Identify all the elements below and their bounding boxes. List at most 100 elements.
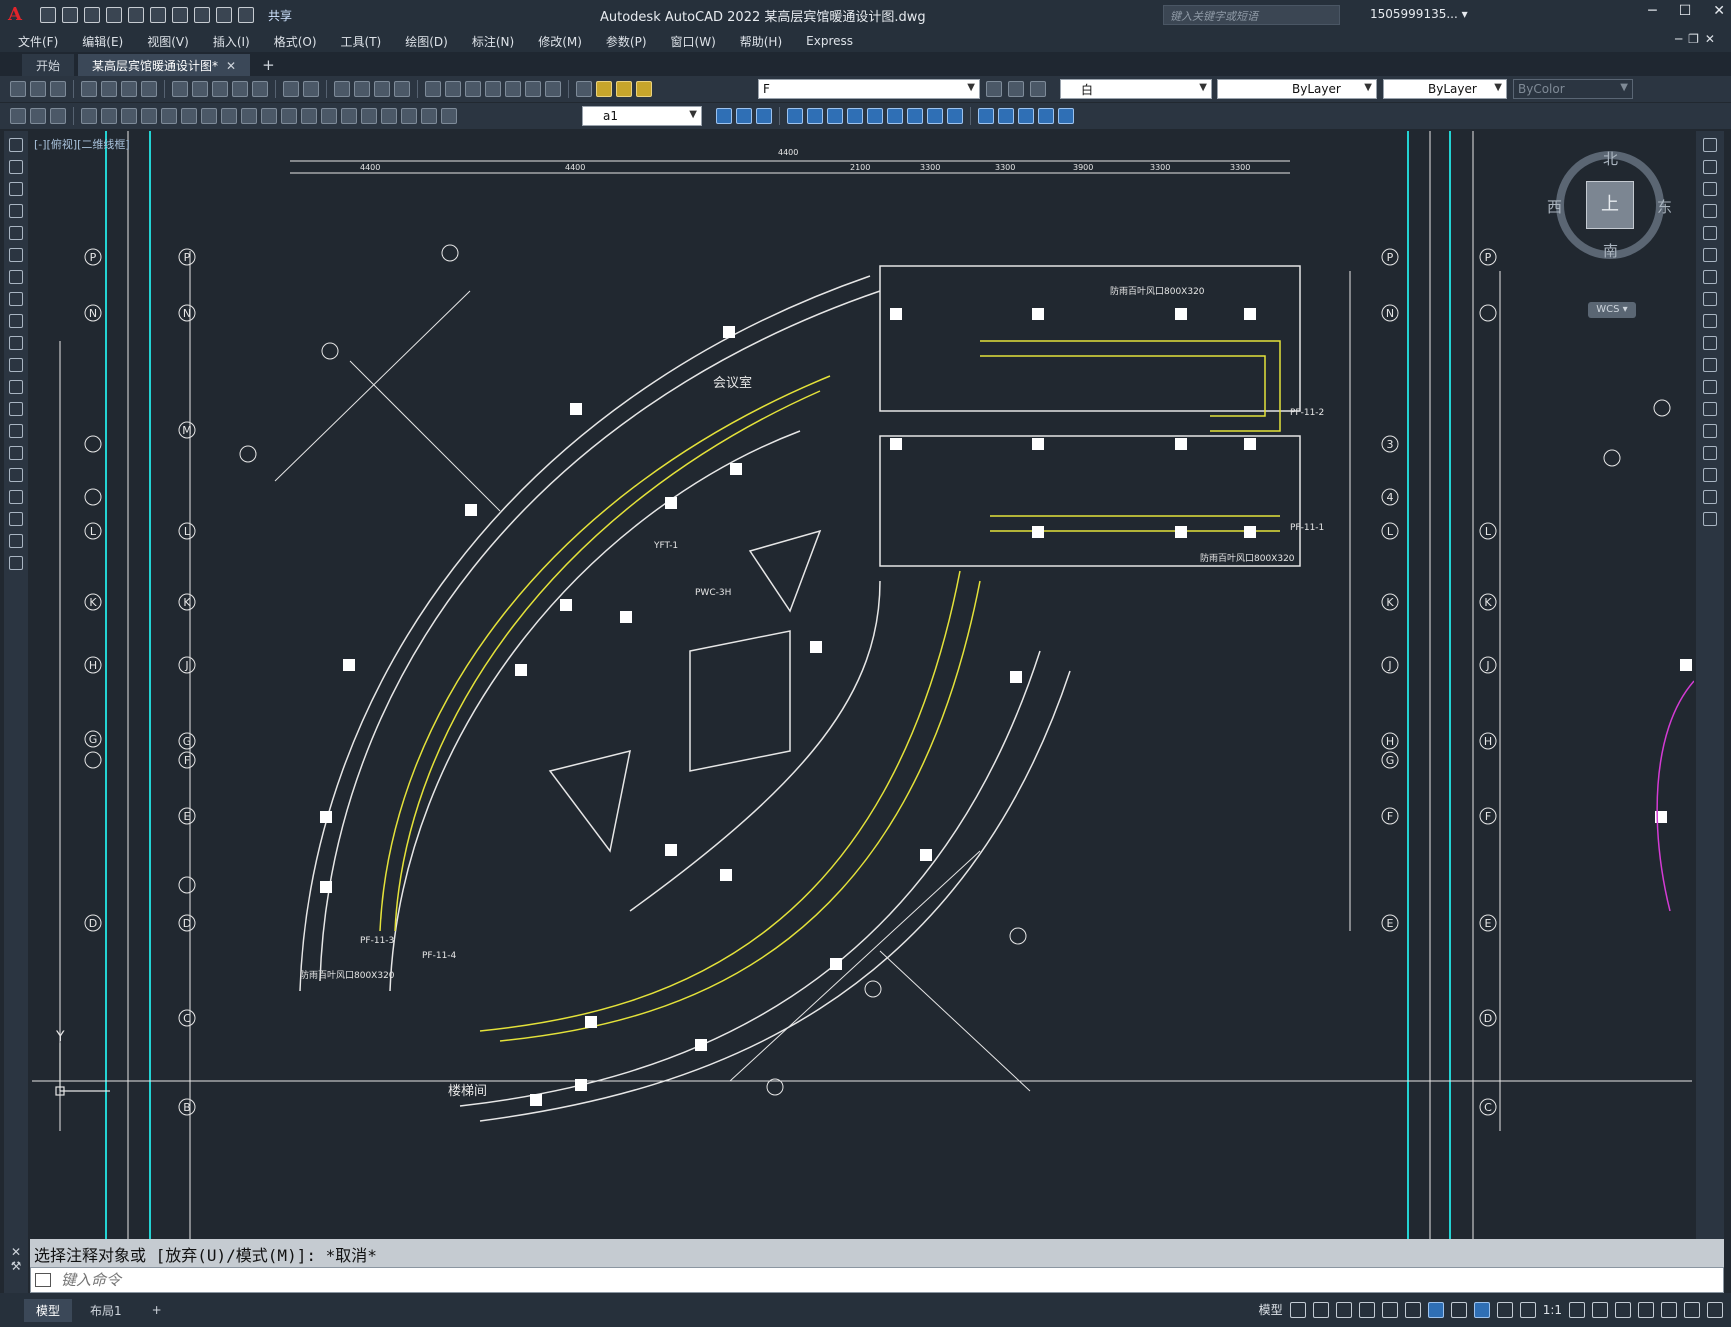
wcs-menu[interactable]: WCS ▾ bbox=[1588, 302, 1636, 318]
object-snap-tracking-icon[interactable] bbox=[1404, 1301, 1421, 1318]
layer-match-icon[interactable] bbox=[1030, 81, 1046, 97]
dim-edit-icon[interactable] bbox=[401, 108, 417, 124]
menu-view[interactable]: 视图(V) bbox=[147, 33, 189, 50]
line-icon[interactable] bbox=[9, 138, 23, 152]
compass-west[interactable]: 西 bbox=[1547, 196, 1562, 217]
tab-start[interactable]: 开始 bbox=[22, 54, 75, 76]
auto-scale-icon[interactable] bbox=[1496, 1301, 1513, 1318]
plotstyle-dropdown[interactable]: ByColor ▼ bbox=[1513, 79, 1633, 99]
compass-east[interactable]: 东 bbox=[1657, 196, 1672, 217]
text-style-dropdown[interactable]: a1 ▼ bbox=[582, 106, 702, 126]
annotation-scale-value[interactable]: 1:1 bbox=[1543, 1303, 1562, 1317]
loft-icon[interactable] bbox=[947, 108, 963, 124]
menu-tools[interactable]: 工具(T) bbox=[341, 33, 382, 50]
design-center-icon[interactable] bbox=[445, 81, 461, 97]
rotate-icon[interactable] bbox=[1703, 270, 1717, 284]
break-at-point-icon[interactable] bbox=[1703, 380, 1717, 394]
redo-icon[interactable] bbox=[303, 81, 319, 97]
layer-walk-icon[interactable] bbox=[30, 108, 46, 124]
units-icon[interactable] bbox=[1615, 1301, 1631, 1318]
3d-subtract-icon[interactable] bbox=[756, 108, 772, 124]
trim-icon[interactable] bbox=[1703, 336, 1717, 350]
customize-qat-icon[interactable] bbox=[238, 7, 254, 23]
spline-icon[interactable] bbox=[9, 314, 23, 328]
layer-states-icon[interactable] bbox=[10, 108, 26, 124]
new-tab-icon[interactable]: + bbox=[262, 56, 275, 76]
lineweight-icon[interactable] bbox=[1450, 1301, 1467, 1318]
viewcube-top-face[interactable]: 上 bbox=[1586, 181, 1634, 229]
sheet-set-icon[interactable] bbox=[485, 81, 501, 97]
dim-text-edit-icon[interactable] bbox=[421, 108, 437, 124]
linetype-dropdown[interactable]: ByLayer ▼ bbox=[1217, 79, 1377, 99]
3d-move-icon[interactable] bbox=[787, 108, 803, 124]
layer-on-icon[interactable] bbox=[596, 81, 612, 97]
erase-icon[interactable] bbox=[1703, 138, 1717, 152]
rectangle-icon[interactable] bbox=[9, 226, 23, 240]
clean-screen-icon[interactable] bbox=[1684, 1301, 1700, 1318]
menu-format[interactable]: 格式(O) bbox=[274, 33, 317, 50]
help-icon[interactable] bbox=[545, 81, 561, 97]
share-button[interactable]: 共享 bbox=[268, 7, 292, 24]
zoom-previous-icon[interactable] bbox=[394, 81, 410, 97]
menu-draw[interactable]: 绘图(D) bbox=[405, 33, 448, 50]
layer-dropdown[interactable]: F ▼ bbox=[758, 79, 980, 99]
inspect-icon[interactable] bbox=[361, 108, 377, 124]
dim-space-icon[interactable] bbox=[301, 108, 317, 124]
point-icon[interactable] bbox=[9, 424, 23, 438]
3d-array-icon[interactable] bbox=[867, 108, 883, 124]
slice-icon[interactable] bbox=[978, 108, 994, 124]
circle-icon[interactable] bbox=[9, 270, 23, 284]
command-input[interactable] bbox=[51, 1271, 1551, 1289]
radius-dim-icon[interactable] bbox=[161, 108, 177, 124]
properties-icon[interactable] bbox=[425, 81, 441, 97]
quickcalc-icon[interactable] bbox=[525, 81, 541, 97]
menu-modify[interactable]: 修改(M) bbox=[538, 33, 582, 50]
graphics-performance-icon[interactable] bbox=[1661, 1301, 1677, 1318]
new-file-icon[interactable] bbox=[40, 7, 56, 23]
zoom-window-icon[interactable] bbox=[374, 81, 390, 97]
model-space-toggle[interactable]: 模型 bbox=[1259, 1301, 1283, 1318]
tab-close-icon[interactable]: ✕ bbox=[226, 59, 236, 73]
jogged-linear-icon[interactable] bbox=[381, 108, 397, 124]
copy-object-icon[interactable] bbox=[1703, 160, 1717, 174]
layer-lock-icon[interactable] bbox=[636, 81, 652, 97]
user-account[interactable]: 1505999135... ▾ bbox=[1370, 7, 1468, 21]
continue-dim-icon[interactable] bbox=[281, 108, 297, 124]
ellipse-icon[interactable] bbox=[9, 336, 23, 350]
menu-edit[interactable]: 编辑(E) bbox=[82, 33, 123, 50]
ordinate-dim-icon[interactable] bbox=[141, 108, 157, 124]
make-block-icon[interactable] bbox=[9, 402, 23, 416]
maximize-icon[interactable]: ☐ bbox=[1679, 3, 1692, 19]
menu-dimension[interactable]: 标注(N) bbox=[472, 33, 514, 50]
viewcube[interactable]: 北 南 东 西 上 bbox=[1547, 150, 1672, 260]
layer-properties-icon[interactable] bbox=[576, 81, 592, 97]
add-selected-icon[interactable] bbox=[9, 556, 23, 570]
interfere-icon[interactable] bbox=[1038, 108, 1054, 124]
menu-express[interactable]: Express bbox=[806, 34, 853, 48]
publish-icon[interactable] bbox=[121, 81, 137, 97]
workspace-gear-icon[interactable] bbox=[1569, 1301, 1585, 1318]
3d-union-icon[interactable] bbox=[736, 108, 752, 124]
angular-dim-icon[interactable] bbox=[221, 108, 237, 124]
undo-icon[interactable] bbox=[194, 7, 210, 23]
3d-rotate-icon[interactable] bbox=[807, 108, 823, 124]
zoom-realtime-icon[interactable] bbox=[354, 81, 370, 97]
annotation-visibility-icon[interactable] bbox=[1473, 1301, 1490, 1318]
layer-freeze-icon[interactable] bbox=[616, 81, 632, 97]
mirror-icon[interactable] bbox=[1703, 182, 1717, 196]
cut-icon[interactable] bbox=[172, 81, 188, 97]
arc-length-icon[interactable] bbox=[121, 108, 137, 124]
print-icon[interactable] bbox=[172, 7, 188, 23]
open-icon[interactable] bbox=[30, 81, 46, 97]
break-icon[interactable] bbox=[1703, 402, 1717, 416]
plot-preview-icon[interactable] bbox=[101, 81, 117, 97]
quick-dim-icon[interactable] bbox=[241, 108, 257, 124]
close-icon[interactable]: ✕ bbox=[1713, 3, 1725, 19]
stretch-icon[interactable] bbox=[1703, 314, 1717, 328]
isolate-objects-icon[interactable] bbox=[1638, 1301, 1654, 1318]
revision-cloud-icon[interactable] bbox=[9, 292, 23, 306]
baseline-dim-icon[interactable] bbox=[261, 108, 277, 124]
markup-icon[interactable] bbox=[505, 81, 521, 97]
layout-tab-model[interactable]: 模型 bbox=[24, 1298, 73, 1322]
plus-icon[interactable] bbox=[1592, 1301, 1608, 1318]
